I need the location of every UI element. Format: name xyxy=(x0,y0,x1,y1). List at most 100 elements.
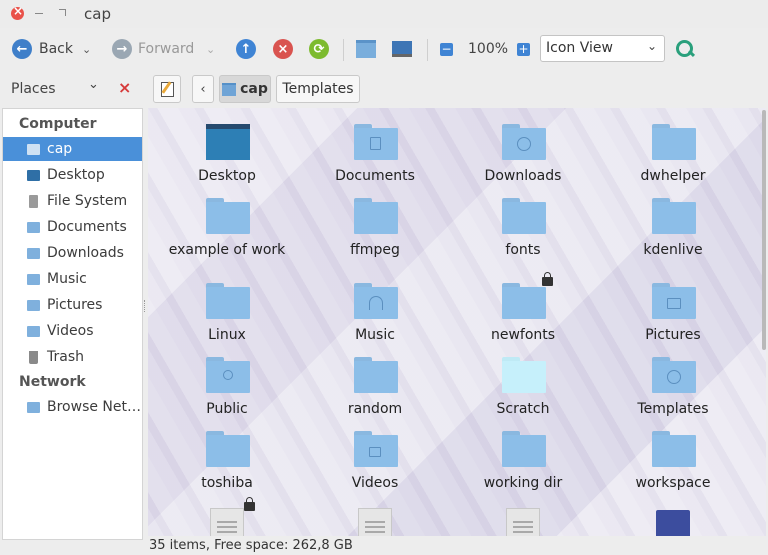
sidebar-category-computer: Computer xyxy=(19,116,97,132)
zoom-in-icon: + xyxy=(517,42,530,56)
up-arrow-icon: ↑ xyxy=(236,39,256,59)
scratch-folder-icon xyxy=(502,357,546,393)
forward-history-dropdown[interactable]: ⌄ xyxy=(206,36,215,62)
file-name: fonts xyxy=(505,242,541,258)
file-item-example-of-work[interactable]: example of work xyxy=(153,192,301,266)
sidebar-item-trash[interactable]: Trash xyxy=(3,345,142,369)
toggle-location-entry-button[interactable] xyxy=(153,75,181,103)
file-item-random[interactable]: random xyxy=(301,351,449,425)
zoom-in-button[interactable]: + xyxy=(517,36,530,62)
back-history-dropdown[interactable]: ⌄ xyxy=(82,36,91,62)
home-button[interactable] xyxy=(356,36,376,62)
sidebar-item-documents[interactable]: Documents xyxy=(3,215,142,239)
back-label: Back xyxy=(39,41,73,57)
forward-label: Forward xyxy=(138,41,195,57)
toolbar: ← Back ⌄ → Forward ⌄ ↑ × ⟳ − 100% + Icon… xyxy=(0,28,768,70)
file-name: example of work xyxy=(168,242,286,258)
trash-icon xyxy=(29,350,38,364)
desktop-icon xyxy=(27,169,40,181)
path-scroll-left-button[interactable]: ‹ xyxy=(192,75,214,103)
pictures-folder-icon xyxy=(652,283,696,319)
forward-arrow-icon: → xyxy=(112,39,132,59)
file-item-pictures[interactable]: Pictures xyxy=(599,277,747,351)
file-item-partial[interactable] xyxy=(153,497,301,536)
reload-button[interactable]: ⟳ xyxy=(309,36,329,62)
side-pane-type-dropdown[interactable]: ⌄ xyxy=(88,77,99,92)
videos-folder-icon xyxy=(354,431,398,467)
file-item-fonts[interactable]: fonts xyxy=(449,192,597,266)
file-item-public[interactable]: Public xyxy=(153,351,301,425)
documents-folder-icon xyxy=(354,124,398,160)
file-item-partial[interactable] xyxy=(599,508,747,536)
file-name: Downloads xyxy=(484,168,562,184)
maximize-window-button[interactable] xyxy=(59,9,66,16)
text-file-icon xyxy=(506,508,540,536)
vertical-scrollbar[interactable] xyxy=(762,110,766,350)
minimize-window-button[interactable] xyxy=(35,13,43,14)
stop-button[interactable]: × xyxy=(273,36,293,62)
file-item-partial[interactable] xyxy=(301,508,449,536)
chevron-down-icon: ⌄ xyxy=(206,42,216,56)
file-item-ffmpeg[interactable]: ffmpeg xyxy=(301,192,449,266)
pane-resize-handle[interactable] xyxy=(144,300,147,312)
zoom-level: 100% xyxy=(468,41,509,57)
file-name: toshiba xyxy=(201,475,253,491)
file-item-videos[interactable]: Videos xyxy=(301,425,449,499)
path-crumb-templates[interactable]: Templates xyxy=(276,75,360,103)
path-crumb-cap[interactable]: cap xyxy=(219,75,271,103)
file-item-linux[interactable]: Linux xyxy=(153,277,301,351)
folder-icon xyxy=(354,198,398,234)
folder-icon xyxy=(27,247,40,259)
file-manager-window: cap ← Back ⌄ → Forward ⌄ ↑ × ⟳ xyxy=(0,0,768,555)
folder-icon xyxy=(206,283,250,319)
file-item-scratch[interactable]: Scratch xyxy=(449,351,597,425)
folder-icon xyxy=(652,198,696,234)
file-name: Public xyxy=(206,401,248,417)
sidebar-item-pictures[interactable]: Pictures xyxy=(3,293,142,317)
home-folder-icon xyxy=(27,143,40,155)
file-item-templates[interactable]: Templates xyxy=(599,351,747,425)
file-item-desktop[interactable]: Desktop xyxy=(153,118,301,192)
file-item-music[interactable]: Music xyxy=(301,277,449,351)
file-item-workspace[interactable]: workspace xyxy=(599,425,747,499)
file-name: working dir xyxy=(483,475,563,491)
view-mode-select[interactable]: Icon View ⌄ xyxy=(540,35,665,62)
search-button[interactable] xyxy=(675,36,696,62)
file-item-documents[interactable]: Documents xyxy=(301,118,449,192)
sidebar-item-desktop[interactable]: Desktop xyxy=(3,163,142,187)
status-bar: 35 items, Free space: 262,8 GB xyxy=(148,537,768,555)
up-button[interactable]: ↑ xyxy=(236,36,256,62)
folder-icon xyxy=(206,431,250,467)
places-sidebar: Computer cap Desktop File System Documen… xyxy=(2,108,143,540)
folder-icon xyxy=(502,431,546,467)
file-item-partial[interactable] xyxy=(449,508,597,536)
file-item-kdenlive[interactable]: kdenlive xyxy=(599,192,747,266)
sidebar-item-cap[interactable]: cap xyxy=(3,137,142,161)
forward-button[interactable]: → Forward xyxy=(112,36,194,62)
file-name: Templates xyxy=(637,401,709,417)
close-side-pane-button[interactable]: × xyxy=(118,78,131,97)
zoom-out-button[interactable]: − xyxy=(440,36,453,62)
file-item-working-dir[interactable]: working dir xyxy=(449,425,597,499)
sidebar-item-browse-network[interactable]: Browse Net… xyxy=(3,395,142,419)
toolbar-separator xyxy=(427,39,428,61)
close-window-button[interactable] xyxy=(11,4,24,20)
sidebar-item-music[interactable]: Music xyxy=(3,267,142,291)
chevron-down-icon: ⌄ xyxy=(82,42,92,56)
locked-folder-icon xyxy=(502,272,553,319)
back-button[interactable]: ← Back xyxy=(12,36,73,62)
sidebar-item-file-system[interactable]: File System xyxy=(3,189,142,213)
computer-button[interactable] xyxy=(392,36,412,62)
sidebar-item-downloads[interactable]: Downloads xyxy=(3,241,142,265)
sidebar-item-videos[interactable]: Videos xyxy=(3,319,142,343)
home-folder-icon xyxy=(356,40,376,58)
file-item-downloads[interactable]: Downloads xyxy=(449,118,597,192)
chevron-down-icon: ⌄ xyxy=(88,77,99,92)
folder-icon xyxy=(652,124,696,160)
file-item-dwhelper[interactable]: dwhelper xyxy=(599,118,747,192)
location-bar: ‹ cap Templates xyxy=(148,74,768,104)
file-item-toshiba[interactable]: toshiba xyxy=(153,425,301,499)
file-item-newfonts[interactable]: newfonts xyxy=(449,272,597,351)
sidebar-item-label: Trash xyxy=(47,349,84,365)
sidebar-item-label: Desktop xyxy=(47,167,105,183)
